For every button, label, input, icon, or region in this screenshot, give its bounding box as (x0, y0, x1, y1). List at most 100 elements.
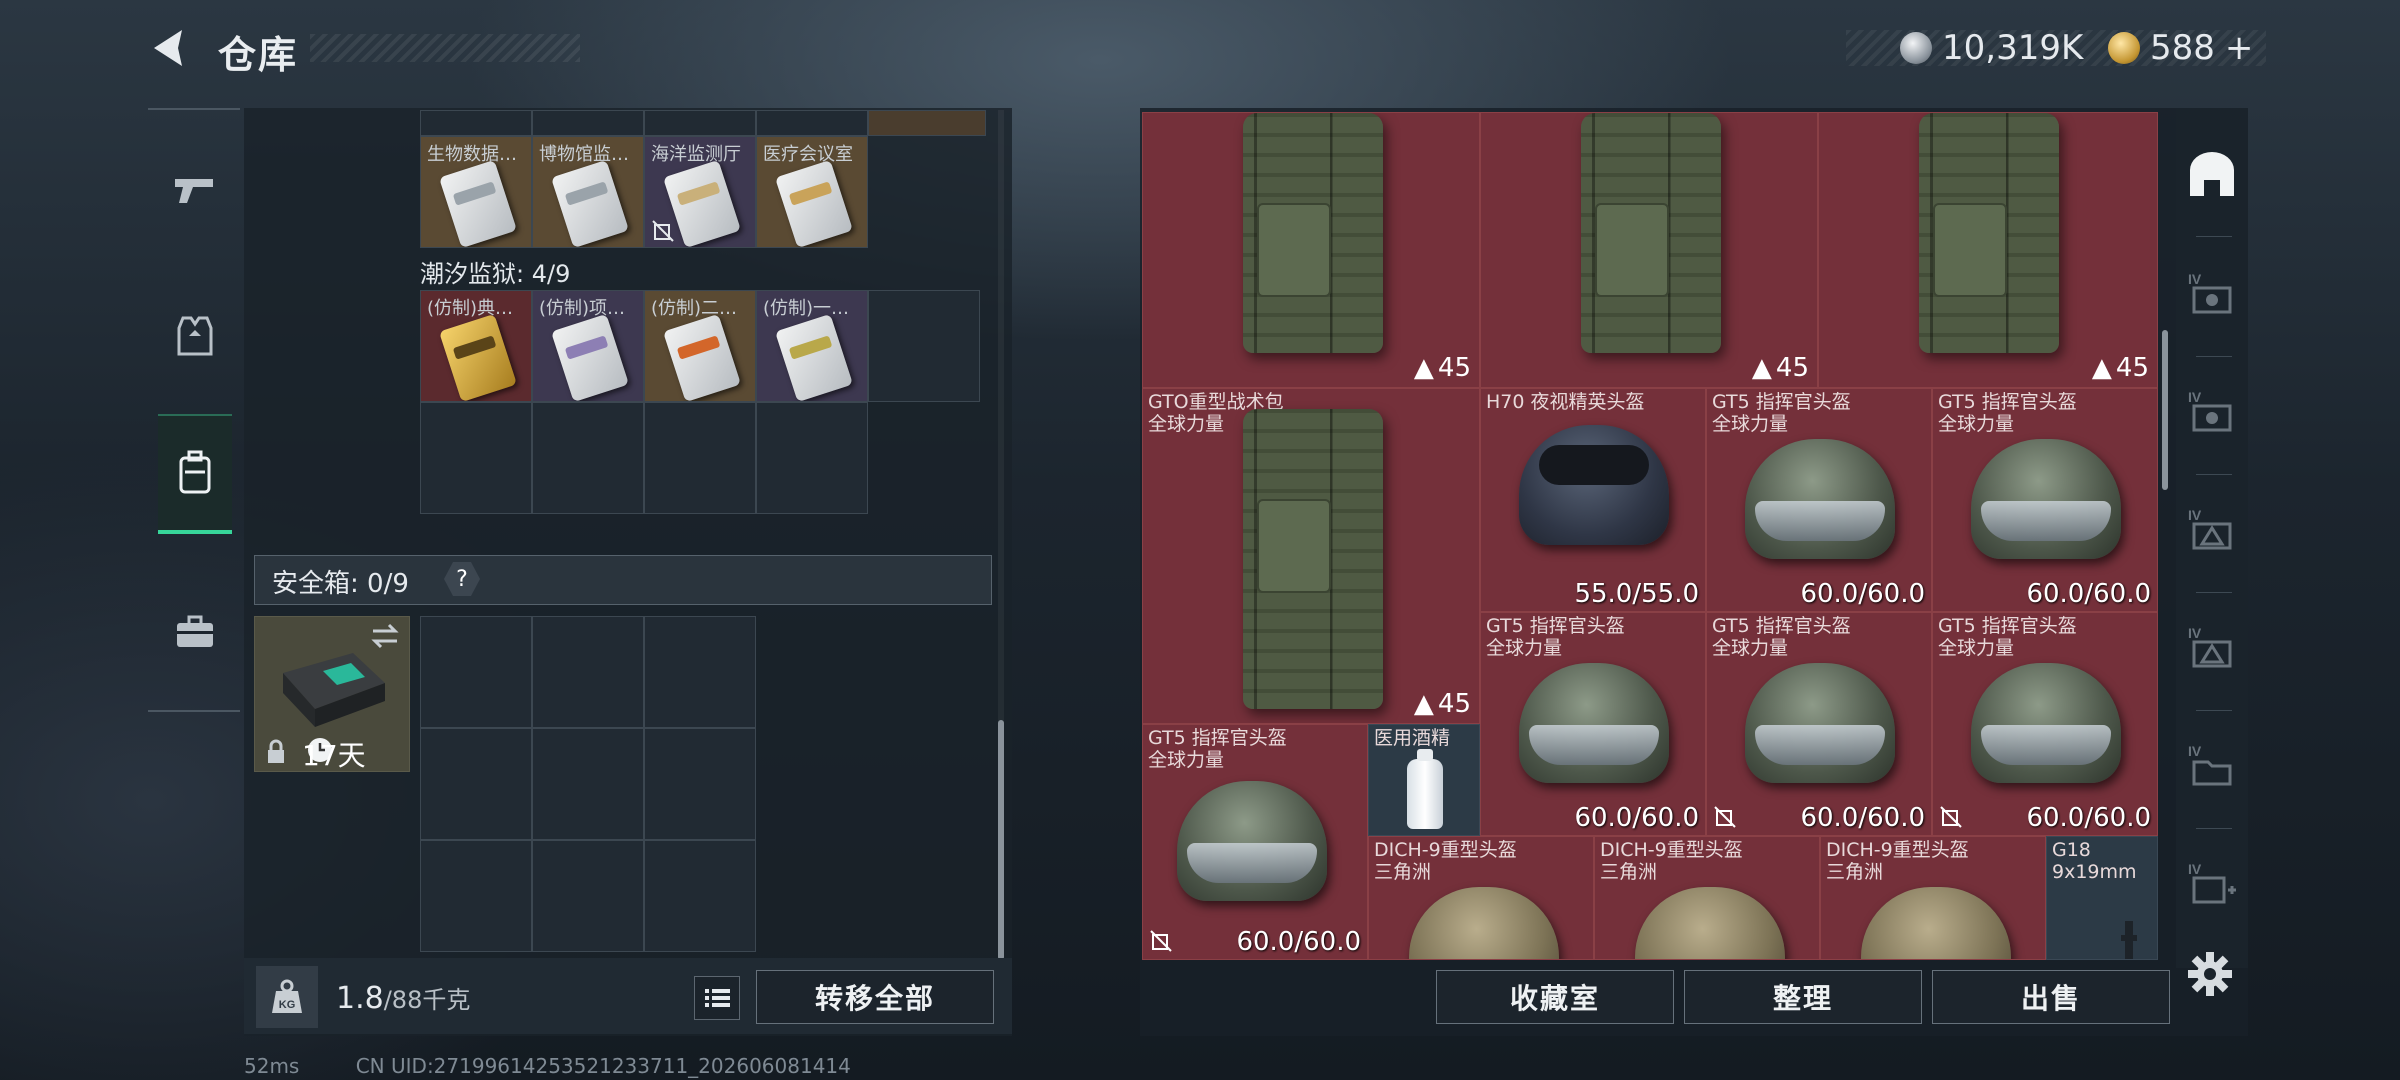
item-grid: ▲ 45 ▲ 45 ▲ 45 GTO重型战术包 全球力量 ▲ 45 H70 夜视精英头盔 … (1142, 112, 2158, 960)
collection-room-button[interactable]: 收藏室 (1436, 970, 1674, 1024)
tab-storage-expansion-2[interactable]: IV (2180, 364, 2244, 464)
no-drop-icon (1150, 930, 1172, 952)
uid-readout: CN UID:271996142535212337​11_20260608141… (355, 1054, 851, 1078)
svg-text:IV: IV (2188, 743, 2202, 759)
status-line: 52ms CN UID:271996142535212337​11_202606… (150, 1054, 851, 1078)
safe-slot[interactable] (644, 728, 756, 840)
inventory-slot[interactable] (644, 110, 756, 136)
capacity-label: ▲ 45 (2091, 353, 2149, 383)
item-medical-alcohol[interactable]: 医用酒精 (1368, 724, 1480, 836)
tab-storage-expansion-4[interactable]: IV (2180, 600, 2244, 700)
safe-slot[interactable] (420, 728, 532, 840)
add-gold-button[interactable]: + (2225, 28, 2254, 68)
inventory-slot[interactable] (420, 110, 532, 136)
stash-scrollbar[interactable] (998, 720, 1004, 960)
tab-storage-main[interactable] (2180, 126, 2244, 226)
back-icon[interactable] (148, 26, 192, 70)
item-helmet[interactable]: DICH-9重型头盔 三角洲 (1368, 836, 1594, 960)
helmet-image (1861, 887, 2011, 959)
add-storage-icon: IV (2188, 861, 2236, 904)
safe-slot[interactable] (420, 616, 532, 728)
tab-storage-expansion-1[interactable]: IV (2180, 246, 2244, 346)
keycard-item[interactable]: 海洋监测厅 (644, 136, 756, 248)
safe-slot[interactable] (532, 728, 644, 840)
item-backpack[interactable]: ▲ 45 (1142, 112, 1480, 388)
helmet-image (1635, 887, 1785, 959)
inventory-slot[interactable] (644, 402, 756, 514)
no-drop-icon (652, 220, 674, 242)
lock-icon (268, 739, 284, 763)
capacity-icon: ▲ (1413, 689, 1434, 719)
organize-button[interactable]: 整理 (1684, 970, 1922, 1024)
tab-storage-expansion-3[interactable]: IV (2180, 482, 2244, 582)
backpack-image (1919, 113, 2059, 353)
item-helmet[interactable]: DICH-9重型头盔 三角洲 (1820, 836, 2046, 960)
inventory-slot[interactable] (868, 290, 980, 402)
safe-slot[interactable] (644, 840, 756, 952)
keycard-item[interactable]: (仿制)项… (532, 290, 644, 402)
item-backpack[interactable]: GTO重型战术包 全球力量 ▲ 45 (1142, 388, 1480, 724)
list-icon (705, 989, 730, 1007)
inventory-slot[interactable] (532, 402, 644, 514)
item-helmet[interactable]: GT5 指挥官头盔 全球力量 60.0/60.0 (1706, 612, 1932, 836)
silver-amount: 10,319K (1942, 28, 2084, 68)
sell-button[interactable]: 出售 (1932, 970, 2170, 1024)
keycard-item[interactable]: (仿制)二… (644, 290, 756, 402)
safe-slot[interactable] (532, 840, 644, 952)
briefcase-icon (177, 615, 213, 647)
tab-storage-expansion-5[interactable]: IV (2180, 718, 2244, 818)
settings-gear-icon[interactable] (2186, 950, 2234, 998)
nav-case[interactable] (158, 572, 232, 692)
inventory-slot[interactable] (532, 110, 644, 136)
transfer-all-button[interactable]: 转移全部 (756, 970, 994, 1024)
safe-slot[interactable] (532, 616, 644, 728)
svg-text:IV: IV (2188, 389, 2202, 405)
item-helmet[interactable]: GT5 指挥官头盔 全球力量 60.0/60.0 (1480, 612, 1706, 836)
item-backpack[interactable]: ▲ 45 (1480, 112, 1818, 388)
keycard-item[interactable]: (仿制)一… (756, 290, 868, 402)
capacity-label: ▲ 45 (1751, 353, 1809, 383)
helmet-image (1745, 663, 1895, 783)
vest-icon (177, 316, 213, 356)
inventory-slot[interactable] (868, 110, 986, 136)
page-title: 仓库 (218, 33, 299, 77)
keycard-item[interactable]: (仿制)典… (420, 290, 532, 402)
gold-currency[interactable]: 588 + (2108, 28, 2253, 68)
swap-icon[interactable] (369, 623, 401, 649)
list-view-button[interactable] (694, 976, 740, 1020)
inventory-slot[interactable] (756, 110, 868, 136)
nav-backpack[interactable] (158, 414, 232, 534)
tab-add-storage[interactable]: IV (2180, 836, 2244, 936)
backpack-icon (179, 450, 211, 494)
inventory-slot[interactable] (420, 402, 532, 514)
inventory-slot[interactable] (756, 402, 868, 514)
item-helmet[interactable]: GT5 指挥官头盔 全球力量 60.0/60.0 (1932, 388, 2158, 612)
capacity-icon: ▲ (1751, 353, 1772, 383)
keycard-item[interactable]: 生物数据… (420, 136, 532, 248)
weight-current: 1.8 (336, 981, 384, 1016)
no-drop-icon (1940, 806, 1962, 828)
helmet-image (1971, 439, 2121, 559)
safe-slot[interactable] (420, 840, 532, 952)
svg-text:IV: IV (2188, 861, 2202, 877)
helmet-image (1519, 663, 1669, 783)
item-helmet[interactable]: GT5 指挥官头盔 全球力量 60.0/60.0 (1932, 612, 2158, 836)
safe-box-timer: 17天 (302, 739, 366, 772)
safe-box-label: 安全箱: 0/9 (272, 569, 409, 599)
keycard-item[interactable]: 医疗会议室 (756, 136, 868, 248)
nav-equipment[interactable] (158, 276, 232, 396)
item-helmet[interactable]: DICH-9重型头盔 三角洲 (1594, 836, 1820, 960)
svg-text:IV: IV (2188, 625, 2202, 641)
item-helmet[interactable]: GT5 指挥官头盔 全球力量 60.0/60.0 (1706, 388, 1932, 612)
backpack-image (1581, 113, 1721, 353)
grid-scrollbar[interactable] (2162, 330, 2168, 490)
item-helmet[interactable]: H70 夜视精英头盔 55.0/55.0 (1480, 388, 1706, 612)
item-helmet[interactable]: GT5 指挥官头盔 全球力量 60.0/60.0 (1142, 724, 1368, 960)
keycard-item[interactable]: 博物馆监… (532, 136, 644, 248)
safe-slot[interactable] (644, 616, 756, 728)
item-pistol[interactable]: G18 9x19mm (2046, 836, 2158, 960)
nav-weapons[interactable] (158, 130, 232, 250)
pistol-icon (175, 179, 213, 203)
item-backpack[interactable]: ▲ 45 (1818, 112, 2158, 388)
backpack-image (1243, 409, 1383, 709)
